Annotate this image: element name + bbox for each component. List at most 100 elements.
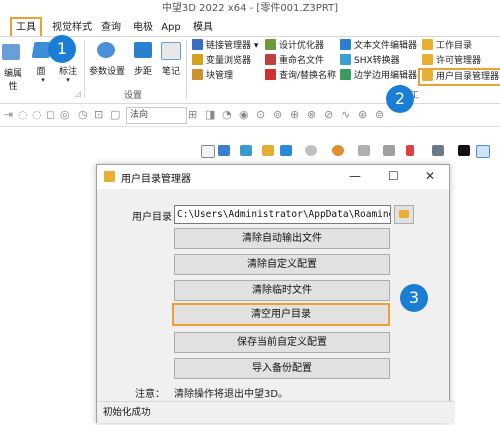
gear-icon	[97, 42, 115, 58]
note-button[interactable]: 笔记	[158, 64, 184, 77]
callout-3: 3	[400, 284, 428, 312]
toolbar-icon[interactable]: ⊘	[324, 108, 333, 121]
toolbar-icon[interactable]: ⊛	[358, 108, 367, 121]
design-optimizer-item[interactable]: 设计优化器	[265, 39, 324, 53]
toolbar3-icon[interactable]	[383, 145, 395, 156]
user-directory-input[interactable]: C:\Users\Administrator\AppData\Roaming\Z…	[174, 205, 391, 224]
toolbar-icon[interactable]: ◻	[46, 108, 55, 121]
clock-icon[interactable]: ◷	[78, 108, 88, 121]
toolbar3-icon[interactable]	[240, 145, 252, 156]
toolbar-icon[interactable]: ◌	[32, 108, 42, 121]
edit-attribute-icon	[2, 44, 20, 60]
callout-1: 1	[48, 35, 76, 63]
find-replace-icon	[265, 69, 276, 80]
app-icon	[104, 171, 115, 182]
color-swatch-blue[interactable]	[476, 145, 490, 158]
folder-icon	[422, 39, 433, 50]
close-button[interactable]: ✕	[425, 169, 435, 183]
text-editor-icon	[340, 39, 351, 50]
step-icon	[134, 42, 152, 58]
clear-custom-config-button[interactable]: 清除自定义配置	[174, 254, 390, 275]
toolbar-icon[interactable]: ◉	[239, 108, 249, 121]
toolbar3-icon[interactable]	[406, 145, 414, 156]
variable-browser-item[interactable]: 变量浏览器	[192, 54, 251, 68]
browse-folder-button[interactable]	[394, 205, 414, 224]
folder-icon	[399, 210, 409, 218]
maximize-button[interactable]: ☐	[388, 169, 399, 183]
ribbon-separator	[84, 40, 85, 98]
find-replace-name-item[interactable]: 查询/替换名称	[265, 69, 336, 83]
settings-group-title: 设置	[124, 91, 143, 101]
rename-file-item[interactable]: 重命名文件	[265, 54, 324, 68]
tab-tools[interactable]: 工具	[10, 17, 42, 36]
user-directory-manager-dialog: 用户目录管理器 — ☐ ✕ 用户目录 C:\Users\Administrato…	[96, 164, 455, 423]
optimizer-icon	[265, 39, 276, 50]
learn-editor-item[interactable]: 边学边用编辑器	[340, 69, 417, 83]
toolbar3-icon[interactable]	[280, 145, 292, 156]
clear-auto-output-button[interactable]: 清除自动输出文件	[174, 228, 390, 249]
toolbar-icon[interactable]: ⊜	[375, 108, 384, 121]
note-icon	[161, 42, 181, 60]
link-icon	[192, 39, 203, 50]
tab-visual-style[interactable]: 视觉样式	[49, 19, 95, 36]
variable-icon	[192, 54, 203, 65]
dialog-status: 初始化成功	[97, 401, 455, 423]
block-manager-item[interactable]: 块管理	[192, 69, 233, 83]
text-file-editor-item[interactable]: 文本文件编辑器	[340, 39, 417, 53]
toolbar3-icon[interactable]	[332, 145, 344, 156]
edit-attribute-button[interactable]: 编属性	[0, 66, 26, 92]
license-icon	[422, 54, 433, 65]
clear-temp-files-button[interactable]: 清除临时文件	[174, 280, 390, 301]
tab-app[interactable]: App	[160, 19, 182, 36]
link-manager-item[interactable]: 链接管理器 ▾	[192, 39, 258, 53]
chevron-down-icon[interactable]: ▾	[38, 76, 48, 84]
toolbar-icon[interactable]: ⊕	[290, 108, 299, 121]
toolbar-icon[interactable]: ◨	[205, 108, 215, 121]
view-direction-combo[interactable]: 法向	[126, 107, 187, 124]
toolbar-icon[interactable]: ∿	[341, 108, 350, 121]
step-button[interactable]: 步距	[130, 64, 156, 77]
tab-query[interactable]: 查询	[99, 19, 123, 36]
user-directory-manager-item[interactable]: 用户目录管理器	[418, 68, 500, 86]
ribbon-separator	[186, 40, 187, 98]
block-icon	[192, 69, 203, 80]
toolbar-icon[interactable]: ⊗	[307, 108, 316, 121]
note-label: 注意：	[135, 389, 165, 400]
dialog-titlebar: 用户目录管理器 — ☐ ✕	[97, 165, 449, 189]
toolbar3-icon[interactable]	[358, 145, 370, 156]
minimize-button[interactable]: —	[349, 169, 361, 183]
settings-button[interactable]: 参数设置	[88, 64, 126, 77]
toolbar3-icon[interactable]	[262, 145, 274, 156]
dialog-title: 用户目录管理器	[121, 174, 191, 185]
chevron-down-icon[interactable]: ▾	[63, 76, 73, 84]
save-custom-config-button[interactable]: 保存当前自定义配置	[174, 332, 390, 353]
view-toolbar	[0, 104, 500, 127]
toolbar-icon[interactable]: ◔	[222, 108, 232, 121]
shx-icon	[340, 54, 351, 65]
clear-user-directory-button[interactable]: 清空用户目录	[172, 303, 390, 326]
toolbar-icon[interactable]: ⊡	[94, 108, 103, 121]
toolbar-icon[interactable]: ⊚	[273, 108, 282, 121]
toolbar3-icon[interactable]	[432, 145, 444, 156]
license-manager-item[interactable]: 许可管理器	[422, 54, 481, 68]
color-swatch-black[interactable]	[458, 145, 470, 156]
tab-mold[interactable]: 模具	[191, 19, 215, 36]
rename-icon	[265, 54, 276, 65]
toolbar-icon[interactable]: ▢	[110, 108, 120, 121]
import-backup-config-button[interactable]: 导入备份配置	[174, 358, 390, 379]
work-directory-item[interactable]: 工作目录	[422, 39, 472, 53]
learn-icon	[340, 69, 351, 80]
toolbar3-icon[interactable]	[305, 145, 317, 156]
shx-converter-item[interactable]: SHX转换器	[340, 54, 400, 68]
dir-label: 用户目录	[132, 212, 172, 223]
toolbar-icon[interactable]: ⊞	[188, 108, 197, 121]
tab-electrode[interactable]: 电极	[131, 19, 155, 36]
toolbar-icon[interactable]: ⇥	[4, 108, 13, 121]
expand-corner-icon[interactable]: ◿	[73, 90, 83, 98]
toolbar-icon[interactable]: ⊙	[256, 108, 265, 121]
toolbar-icon[interactable]: ◎	[60, 108, 70, 121]
toolbar3-icon[interactable]	[201, 145, 215, 158]
folder-icon	[422, 70, 433, 81]
toolbar3-icon[interactable]	[218, 145, 230, 156]
toolbar-icon[interactable]: ◌	[18, 108, 28, 121]
